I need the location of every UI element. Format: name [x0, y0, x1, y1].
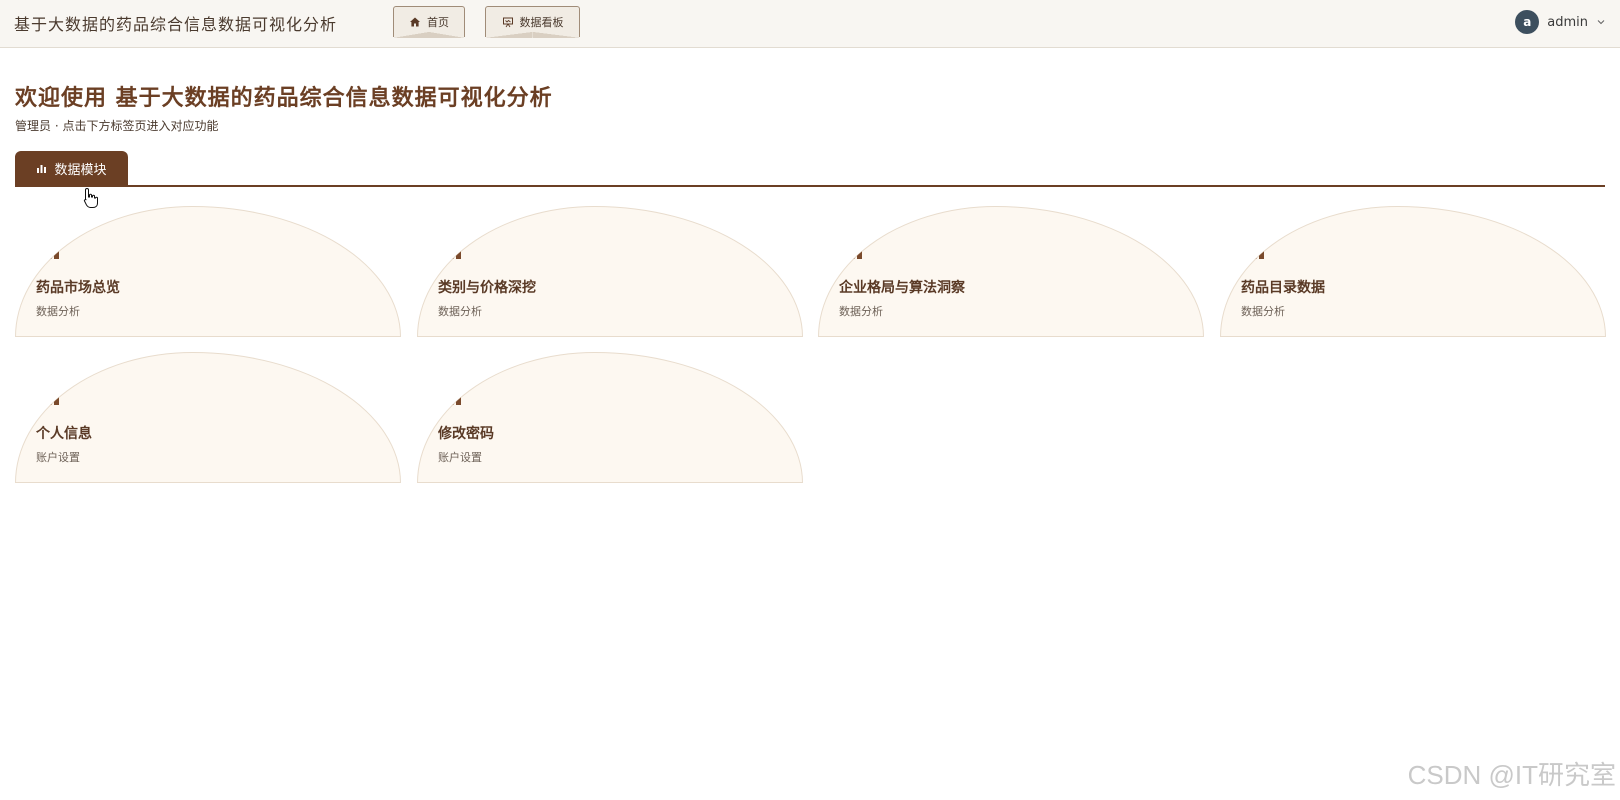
card-subtitle: 账户设置 — [36, 451, 80, 464]
bar-chart-icon — [39, 241, 59, 259]
card-subtitle: 数据分析 — [839, 305, 883, 318]
card-subtitle: 数据分析 — [1241, 305, 1285, 318]
bar-chart-icon — [441, 241, 461, 259]
nav-tab-home[interactable]: 首页 — [393, 6, 465, 38]
page-subtitle: 管理员 · 点击下方标签页进入对应功能 — [15, 119, 219, 133]
card-title: 药品市场总览 — [36, 280, 120, 296]
nav-tab-label: 数据看板 — [519, 16, 564, 29]
module-card-market-overview[interactable]: 药品市场总览 数据分析 — [15, 206, 401, 337]
card-title: 类别与价格深挖 — [438, 280, 536, 296]
card-title: 个人信息 — [36, 426, 92, 442]
card-title: 修改密码 — [438, 426, 494, 442]
module-card-category-price[interactable]: 类别与价格深挖 数据分析 — [417, 206, 803, 337]
username: admin — [1547, 14, 1588, 30]
card-subtitle: 数据分析 — [36, 305, 80, 318]
user-menu[interactable]: a admin — [1515, 10, 1606, 34]
chevron-down-icon — [1597, 20, 1605, 25]
tab-bar-underline — [15, 185, 1605, 187]
bar-chart-icon — [37, 165, 47, 173]
tab-label: 数据模块 — [54, 163, 107, 178]
top-navbar: 基于大数据的药品综合信息数据可视化分析 首页 数据看板 a admin — [0, 0, 1620, 48]
dashboard-icon — [502, 17, 513, 28]
hand-cursor-icon — [83, 187, 98, 208]
watermark: CSDN @IT研究室 — [1407, 760, 1616, 790]
card-title: 企业格局与算法洞察 — [839, 280, 965, 296]
card-title: 药品目录数据 — [1241, 280, 1325, 296]
avatar: a — [1515, 10, 1540, 34]
module-card-enterprise-insight[interactable]: 企业格局与算法洞察 数据分析 — [818, 206, 1204, 337]
module-card-drug-catalog[interactable]: 药品目录数据 数据分析 — [1220, 206, 1606, 337]
nav-tab-dashboard[interactable]: 数据看板 — [485, 6, 580, 38]
bar-chart-icon — [39, 387, 59, 405]
card-subtitle: 账户设置 — [438, 451, 482, 464]
module-card-profile[interactable]: 个人信息 账户设置 — [15, 352, 401, 483]
page-title: 欢迎使用 基于大数据的药品综合信息数据可视化分析 — [15, 86, 553, 111]
bar-chart-icon — [441, 387, 461, 405]
tab-data-module[interactable]: 数据模块 — [15, 151, 128, 186]
home-icon — [410, 17, 420, 27]
app-title: 基于大数据的药品综合信息数据可视化分析 — [14, 15, 338, 34]
nav-tab-label: 首页 — [427, 16, 449, 29]
bar-chart-icon — [842, 241, 862, 259]
card-subtitle: 数据分析 — [438, 305, 482, 318]
bar-chart-icon — [1244, 241, 1264, 259]
module-card-change-password[interactable]: 修改密码 账户设置 — [417, 352, 803, 483]
